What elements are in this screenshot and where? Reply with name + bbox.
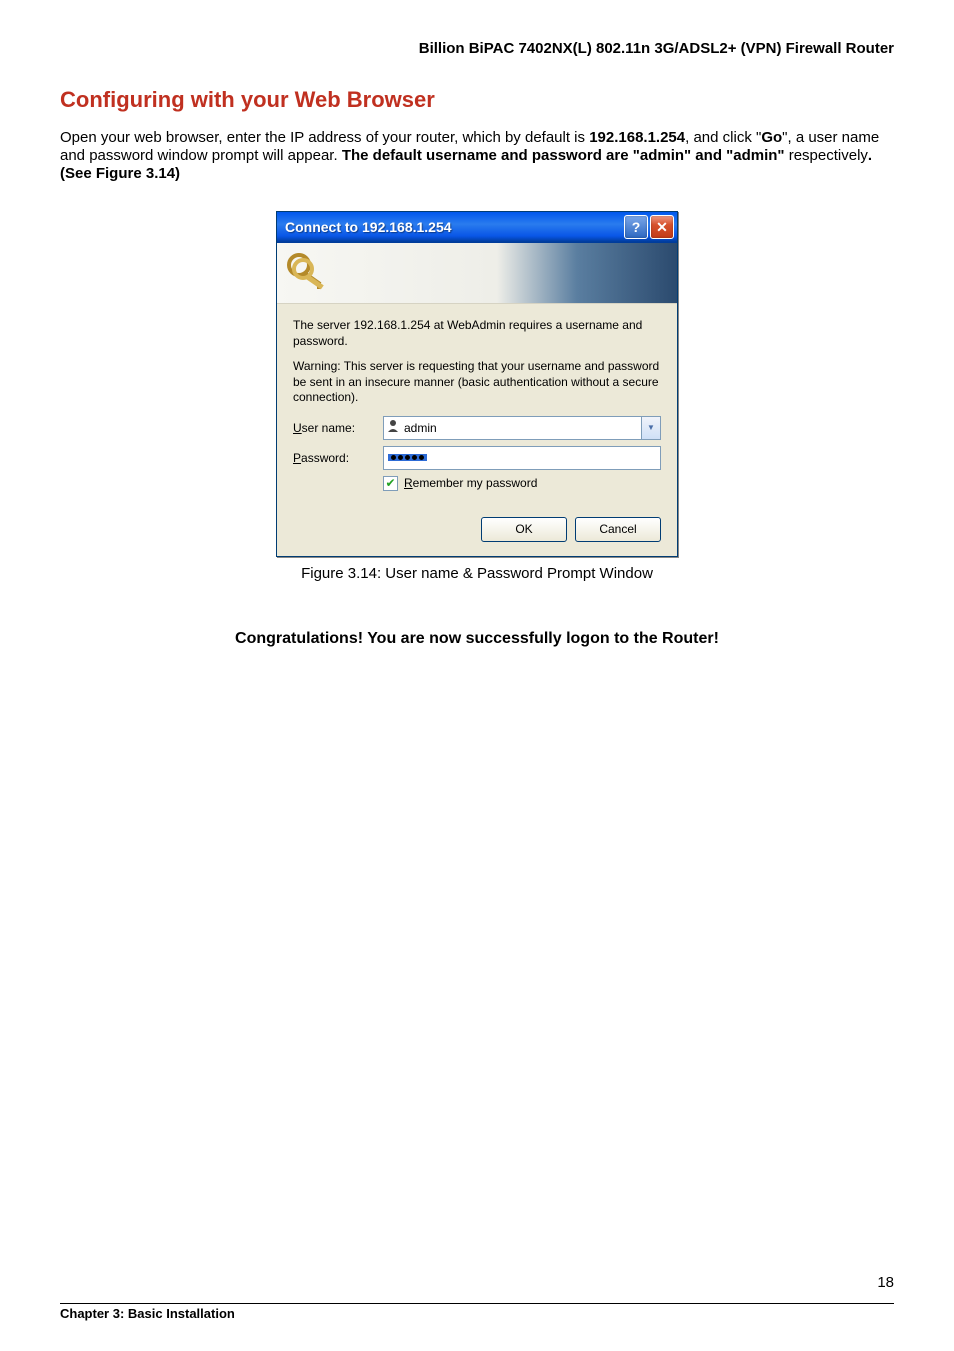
help-icon: ?: [632, 219, 641, 235]
user-icon: [384, 419, 402, 436]
label-accelerator: U: [293, 421, 302, 435]
password-input[interactable]: [383, 446, 661, 470]
close-icon: ✕: [656, 219, 668, 236]
page-number: 18: [877, 1274, 894, 1291]
password-label: Password:: [293, 451, 383, 465]
label-text: ser name:: [302, 421, 355, 435]
congrats-message: Congratulations! You are now successfull…: [60, 630, 894, 648]
section-heading: Configuring with your Web Browser: [60, 87, 894, 113]
go-label: Go: [761, 129, 782, 146]
figure-caption: Figure 3.14: User name & Password Prompt…: [60, 565, 894, 582]
page-footer: 18 Chapter 3: Basic Installation: [60, 1286, 894, 1321]
text-fragment: , and click ": [685, 129, 761, 146]
close-button[interactable]: ✕: [650, 215, 674, 239]
cancel-button[interactable]: Cancel: [575, 517, 661, 542]
label-text: assword:: [301, 451, 349, 465]
default-credentials: The default username and password are "a…: [342, 147, 785, 164]
warning-message: Warning: This server is requesting that …: [293, 359, 661, 406]
label-accelerator: R: [404, 476, 413, 490]
keys-icon: [283, 249, 331, 297]
text-fragment: respectively: [785, 147, 868, 164]
dialog-title: Connect to 192.168.1.254: [285, 219, 452, 235]
dialog-banner: [277, 243, 677, 304]
remember-checkbox[interactable]: ✔: [383, 476, 398, 491]
text-fragment: Open your web browser, enter the IP addr…: [60, 129, 589, 146]
username-label: User name:: [293, 421, 383, 435]
username-combobox[interactable]: admin ▼: [383, 416, 661, 440]
password-dots: [388, 454, 427, 461]
label-text: emember my password: [413, 476, 538, 490]
server-message: The server 192.168.1.254 at WebAdmin req…: [293, 318, 661, 349]
remember-label: Remember my password: [404, 476, 537, 490]
check-icon: ✔: [385, 477, 395, 489]
ip-address: 192.168.1.254: [589, 129, 685, 146]
label-accelerator: P: [293, 451, 301, 465]
intro-paragraph: Open your web browser, enter the IP addr…: [60, 129, 894, 183]
chapter-label: Chapter 3: Basic Installation: [60, 1306, 235, 1321]
username-value: admin: [402, 421, 641, 435]
help-button[interactable]: ?: [624, 215, 648, 239]
dialog-titlebar[interactable]: Connect to 192.168.1.254 ? ✕: [277, 212, 677, 243]
credentials-dialog: Connect to 192.168.1.254 ? ✕: [276, 211, 678, 557]
document-header: Billion BiPAC 7402NX(L) 802.11n 3G/ADSL2…: [60, 40, 894, 57]
ok-button[interactable]: OK: [481, 517, 567, 542]
chevron-down-icon[interactable]: ▼: [641, 417, 660, 439]
